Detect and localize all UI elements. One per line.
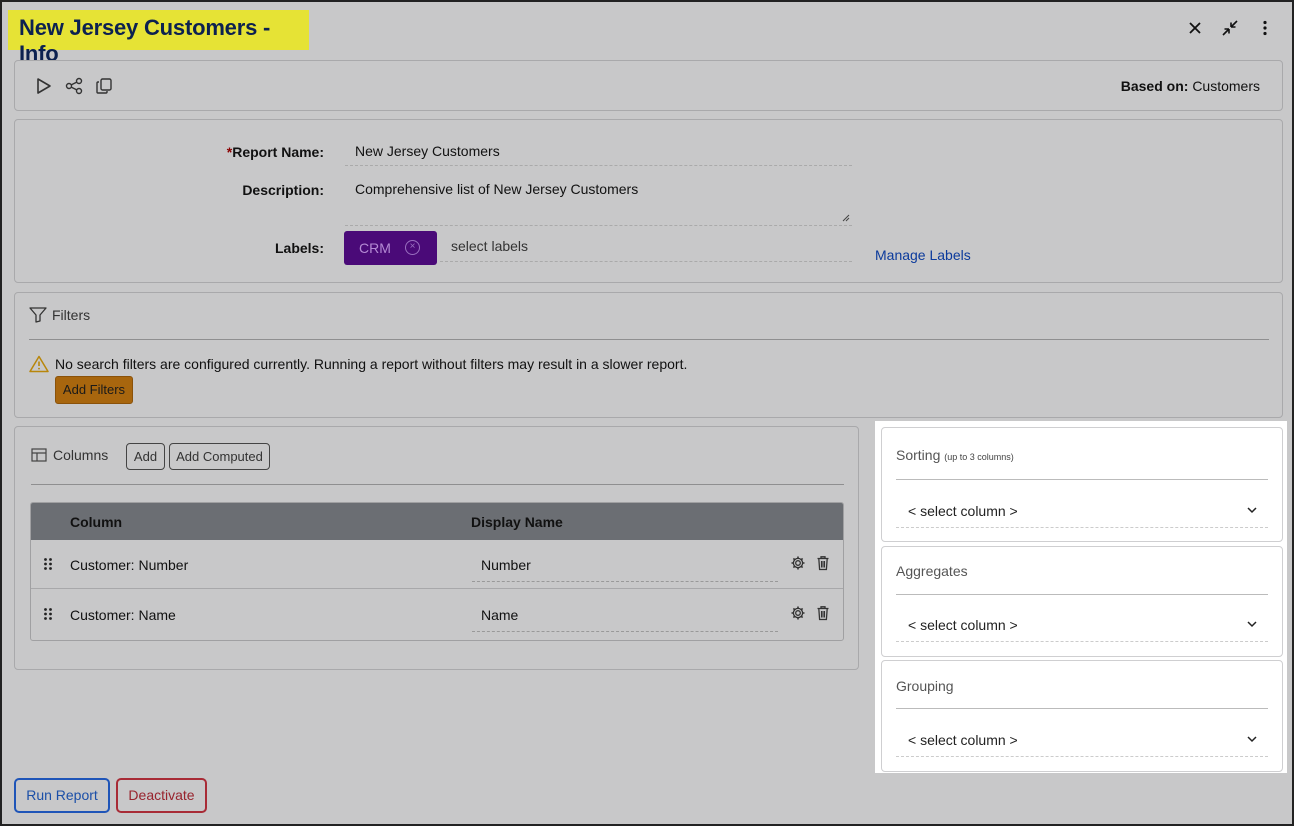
minimize-icon[interactable]	[1218, 16, 1242, 40]
column-name: Customer: Name	[70, 607, 176, 623]
resize-handle-icon[interactable]	[842, 214, 850, 222]
report-name-field[interactable]: New Jersey Customers	[345, 143, 852, 166]
based-on-label: Based on:	[1120, 78, 1189, 94]
sort-aggregate-group-panel: Sorting (up to 3 columns) < select colum…	[875, 421, 1287, 773]
table-columns-icon	[31, 448, 47, 462]
sorting-title-text: Sorting	[896, 447, 941, 463]
grouping-card: Grouping < select column >	[881, 660, 1283, 772]
columns-title: Columns	[53, 447, 109, 463]
sorting-title: Sorting (up to 3 columns)	[896, 447, 1014, 463]
filters-panel: Filters No search filters are configured…	[14, 292, 1283, 418]
display-name-input[interactable]: Number	[472, 552, 778, 582]
report-name-label: *Report Name:	[227, 144, 324, 160]
add-filters-button[interactable]: Add Filters	[55, 376, 133, 404]
deactivate-button[interactable]: Deactivate	[116, 778, 207, 813]
columns-table: Column Display Name Customer: Number Num…	[30, 502, 844, 641]
description-label: Description:	[242, 182, 324, 198]
description-text: Comprehensive list of New Jersey Custome…	[355, 181, 639, 197]
grouping-select[interactable]: < select column >	[896, 732, 1268, 757]
warning-text: No search filters are configured current…	[55, 356, 688, 372]
sorting-select-value: < select column >	[908, 503, 1018, 519]
divider	[896, 479, 1268, 480]
filters-header: Filters	[29, 307, 90, 323]
grouping-title: Grouping	[896, 678, 954, 694]
copy-icon[interactable]	[93, 75, 115, 97]
table-row: Customer: Number Number	[31, 540, 843, 589]
columns-header: Columns	[31, 447, 108, 463]
aggregates-title: Aggregates	[896, 563, 968, 579]
aggregates-select-value: < select column >	[908, 617, 1018, 633]
chevron-down-icon	[1247, 507, 1257, 514]
report-toolbar: Based on: Customers	[14, 60, 1283, 111]
column-header-column: Column	[70, 514, 123, 530]
based-on-value: Customers	[1192, 78, 1260, 94]
description-field[interactable]: Comprehensive list of New Jersey Custome…	[345, 181, 852, 226]
filters-title: Filters	[52, 307, 91, 323]
report-dialog: New Jersey Customers - Info Based on: Cu…	[0, 0, 1294, 826]
columns-panel: Columns Add Add Computed Column Display …	[14, 426, 859, 670]
table-row: Customer: Name Name	[31, 590, 843, 639]
display-name-input[interactable]: Name	[472, 602, 778, 632]
trash-icon[interactable]	[815, 555, 831, 571]
warning-icon	[29, 355, 49, 373]
manage-labels-link[interactable]: Manage Labels	[875, 247, 971, 263]
report-info-panel: *Report Name: New Jersey Customers Descr…	[14, 119, 1283, 283]
aggregates-card: Aggregates < select column >	[881, 546, 1283, 657]
share-icon[interactable]	[63, 75, 85, 97]
label-chip-text: CRM	[359, 240, 391, 256]
add-computed-button[interactable]: Add Computed	[169, 443, 270, 470]
chevron-down-icon	[1247, 621, 1257, 628]
divider	[896, 594, 1268, 595]
label-chip-crm: CRM ×	[344, 231, 437, 265]
sorting-hint: (up to 3 columns)	[944, 452, 1014, 462]
chevron-down-icon	[1247, 736, 1257, 743]
trash-icon[interactable]	[815, 605, 831, 621]
run-report-button[interactable]: Run Report	[14, 778, 110, 813]
gear-icon[interactable]	[790, 605, 806, 621]
based-on-text: Based on: Customers	[1121, 78, 1260, 94]
report-name-label-text: Report Name:	[232, 144, 324, 160]
labels-select-input[interactable]: select labels	[440, 238, 852, 262]
sorting-card: Sorting (up to 3 columns) < select colum…	[881, 427, 1283, 542]
drag-handle-icon[interactable]	[42, 557, 54, 571]
gear-icon[interactable]	[790, 555, 806, 571]
add-column-button[interactable]: Add	[126, 443, 165, 470]
more-vertical-icon[interactable]	[1253, 16, 1277, 40]
page-title: New Jersey Customers - Info	[8, 10, 309, 66]
grouping-select-value: < select column >	[908, 732, 1018, 748]
labels-label: Labels:	[274, 240, 324, 256]
close-icon[interactable]	[1183, 16, 1207, 40]
table-header: Column Display Name	[31, 503, 843, 540]
divider	[29, 339, 1269, 340]
column-header-display-name: Display Name	[471, 514, 563, 530]
divider	[31, 484, 844, 485]
aggregates-select[interactable]: < select column >	[896, 617, 1268, 642]
remove-label-icon[interactable]: ×	[405, 240, 420, 255]
sorting-select[interactable]: < select column >	[896, 503, 1268, 528]
divider	[896, 708, 1268, 709]
filter-icon	[29, 307, 47, 323]
play-icon[interactable]	[33, 75, 55, 97]
drag-handle-icon[interactable]	[42, 607, 54, 621]
column-name: Customer: Number	[70, 557, 189, 573]
filters-warning: No search filters are configured current…	[29, 355, 687, 373]
